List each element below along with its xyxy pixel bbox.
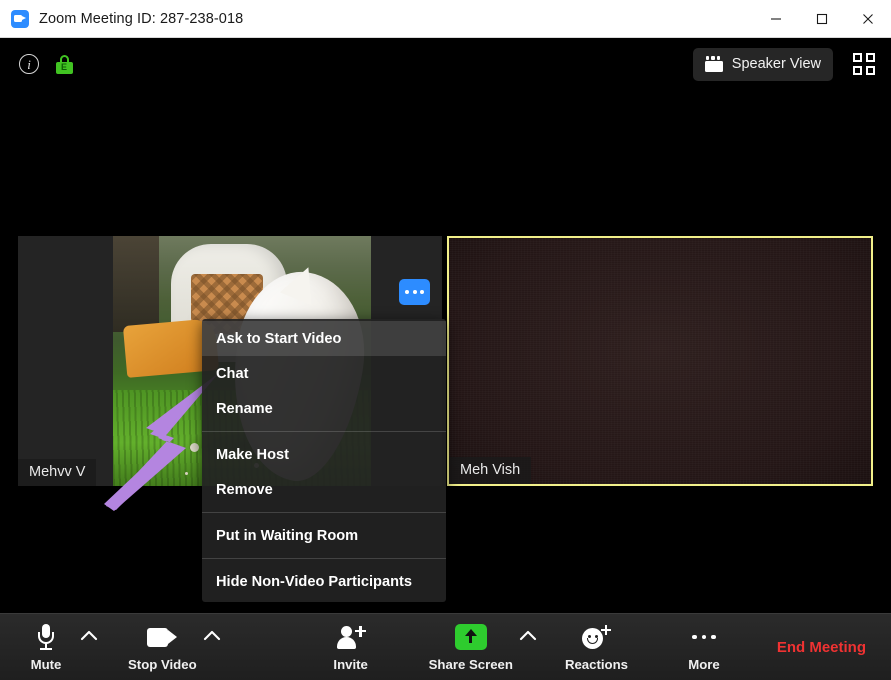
ellipsis-icon bbox=[692, 623, 716, 651]
top-bar-right-controls: Speaker View bbox=[693, 48, 875, 81]
share-screen-button[interactable]: Share Screen bbox=[429, 614, 513, 680]
invite-button[interactable]: Invite bbox=[323, 614, 379, 680]
context-menu-item-make-host[interactable]: Make Host bbox=[202, 437, 446, 472]
end-meeting-button[interactable]: End Meeting bbox=[777, 639, 866, 656]
participant-video-feed bbox=[449, 238, 871, 484]
context-menu-item-ask-to-start-video[interactable]: Ask to Start Video bbox=[202, 321, 446, 356]
grid-view-icon bbox=[705, 56, 724, 72]
speaker-view-label: Speaker View bbox=[732, 56, 821, 72]
encryption-lock-icon[interactable]: E bbox=[55, 55, 73, 74]
context-menu-item-hide-non-video-participants[interactable]: Hide Non-Video Participants bbox=[202, 564, 446, 599]
stop-video-label: Stop Video bbox=[128, 657, 197, 672]
lock-body: E bbox=[56, 62, 73, 74]
participant-context-menu: Ask to Start Video Chat Rename Make Host… bbox=[202, 319, 446, 602]
reactions-smiley-icon bbox=[582, 623, 610, 651]
context-menu-item-put-in-waiting-room[interactable]: Put in Waiting Room bbox=[202, 518, 446, 553]
reactions-button[interactable]: Reactions bbox=[565, 614, 628, 680]
context-menu-separator bbox=[202, 558, 446, 559]
mute-label: Mute bbox=[31, 657, 62, 672]
meeting-top-bar: i E Speaker View bbox=[0, 38, 891, 90]
context-menu-separator bbox=[202, 512, 446, 513]
minimize-button[interactable] bbox=[753, 0, 799, 38]
window-title: Zoom Meeting ID: 287-238-018 bbox=[39, 11, 243, 27]
invite-label: Invite bbox=[333, 657, 367, 672]
maximize-button[interactable] bbox=[799, 0, 845, 38]
zoom-camera-icon bbox=[11, 10, 29, 28]
meeting-info-icon[interactable]: i bbox=[19, 54, 39, 74]
meeting-controls-toolbar: Mute Stop Video Invite bbox=[0, 613, 891, 680]
video-options-chevron-up-icon[interactable] bbox=[197, 614, 227, 680]
fullscreen-icon[interactable] bbox=[853, 53, 875, 75]
participant-more-icon[interactable] bbox=[399, 279, 430, 305]
mute-button[interactable]: Mute bbox=[18, 614, 74, 680]
window-controls bbox=[753, 0, 891, 38]
context-menu-item-chat[interactable]: Chat bbox=[202, 356, 446, 391]
stop-video-button[interactable]: Stop Video bbox=[128, 614, 197, 680]
participant-name-label: Mehvv V bbox=[18, 459, 96, 486]
more-label: More bbox=[688, 657, 720, 672]
video-stage: i E Speaker View bbox=[0, 38, 891, 613]
minimize-icon bbox=[770, 13, 782, 25]
share-options-chevron-up-icon[interactable] bbox=[513, 614, 543, 680]
close-icon bbox=[862, 13, 874, 25]
speaker-view-button[interactable]: Speaker View bbox=[693, 48, 833, 81]
video-camera-icon bbox=[147, 623, 177, 651]
context-menu-item-rename[interactable]: Rename bbox=[202, 391, 446, 426]
add-person-icon bbox=[337, 623, 365, 651]
title-bar: Zoom Meeting ID: 287-238-018 bbox=[0, 0, 891, 38]
share-screen-label: Share Screen bbox=[429, 657, 513, 672]
share-screen-icon bbox=[455, 623, 487, 651]
participant-name-label: Meh Vish bbox=[449, 457, 531, 484]
microphone-icon bbox=[37, 623, 55, 651]
zoom-meeting-window: Zoom Meeting ID: 287-238-018 bbox=[0, 0, 891, 680]
more-button[interactable]: More bbox=[676, 614, 732, 680]
maximize-icon bbox=[816, 13, 828, 25]
reactions-label: Reactions bbox=[565, 657, 628, 672]
context-menu-item-remove[interactable]: Remove bbox=[202, 472, 446, 507]
audio-options-chevron-up-icon[interactable] bbox=[74, 614, 104, 680]
participant-tile-meh-vish[interactable]: Meh Vish bbox=[447, 236, 873, 486]
context-menu-separator bbox=[202, 431, 446, 432]
close-button[interactable] bbox=[845, 0, 891, 38]
